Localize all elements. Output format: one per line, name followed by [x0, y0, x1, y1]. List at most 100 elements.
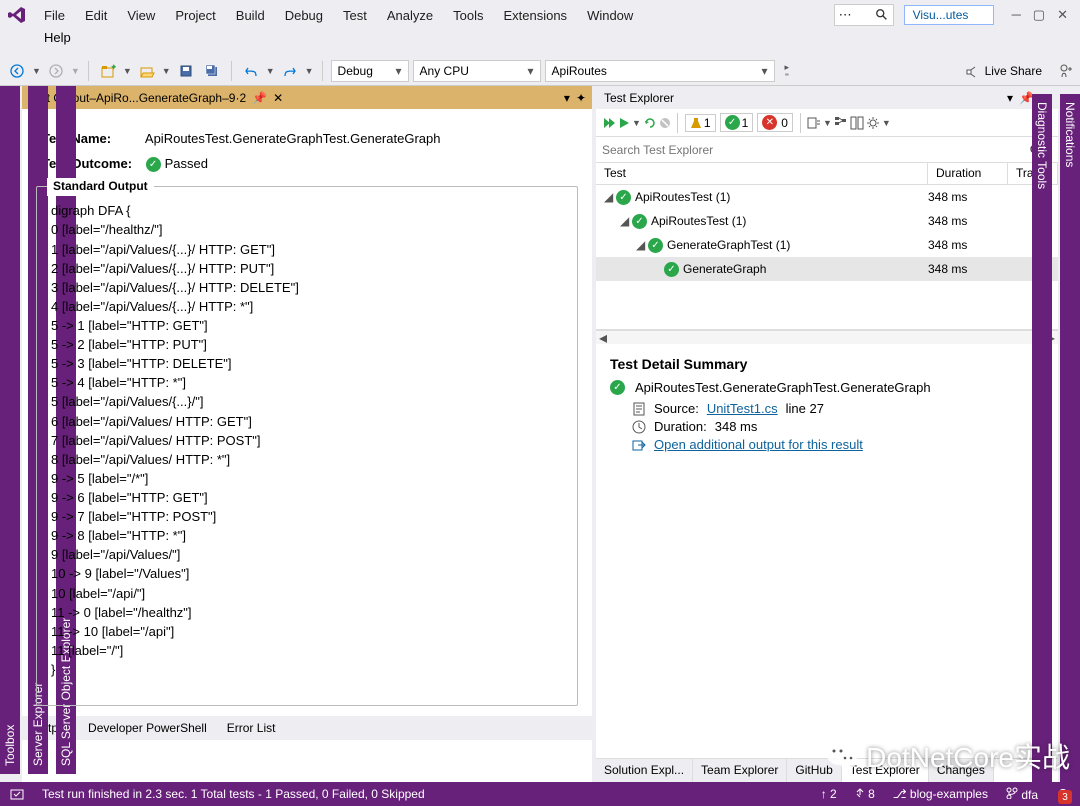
push-icon[interactable]: ↑ 2 [821, 787, 837, 801]
undo-dd[interactable]: ▼ [266, 66, 275, 76]
minimize-icon[interactable]: ─ [1012, 7, 1021, 23]
menu-build[interactable]: Build [226, 2, 275, 29]
fwd-dd[interactable]: ▼ [71, 66, 80, 76]
open-icon [632, 438, 646, 452]
side-tab-toolbox[interactable]: Toolbox [0, 86, 20, 774]
overflow-icon[interactable]: ▸₌ [785, 65, 790, 76]
feedback-icon[interactable] [1058, 63, 1074, 79]
repeat-icon[interactable] [643, 116, 657, 130]
repo-name[interactable]: ⎇ blog-examples [893, 787, 988, 801]
tab-team-explorer[interactable]: Team Explorer [693, 759, 787, 782]
stdout-line: 8 [label="/api/Values/ HTTP: *"] [51, 450, 563, 469]
open-file-icon[interactable] [136, 60, 158, 82]
open-output-link[interactable]: Open additional output for this result [654, 437, 863, 452]
tab-dd-icon[interactable]: ▾ [564, 91, 570, 105]
run-dd[interactable]: ▼ [632, 118, 641, 128]
menu-project[interactable]: Project [165, 2, 225, 29]
settings-icon[interactable] [866, 116, 880, 130]
test-output-pane: Test Output–ApiRo...GenerateGraph–9·2 📌 … [22, 86, 592, 782]
open-dd[interactable]: ▼ [162, 66, 171, 76]
tab-solution-explorer[interactable]: Solution Expl... [596, 759, 693, 782]
side-tab-notifications[interactable]: Notifications [1060, 94, 1080, 782]
right-bottom-tabs: Solution Expl... Team Explorer GitHub Te… [596, 758, 1058, 782]
tab-error-list[interactable]: Error List [217, 717, 286, 739]
pin-icon[interactable]: 📌 [252, 91, 267, 105]
playlist-dd[interactable]: ▼ [823, 118, 832, 128]
menu-tools[interactable]: Tools [443, 2, 493, 29]
menu-file[interactable]: File [34, 2, 75, 29]
stdout-line: 9 -> 8 [label="HTTP: *"] [51, 526, 563, 545]
run-all-icon[interactable] [602, 116, 616, 130]
config-dropdown[interactable]: Debug▾ [331, 60, 409, 82]
test-row-name: GenerateGraphTest (1) [667, 238, 928, 252]
tree-row[interactable]: ✓GenerateGraph348 ms [596, 257, 1058, 281]
source-file-link[interactable]: UnitTest1.cs [707, 401, 778, 416]
tab-dev-ps[interactable]: Developer PowerShell [78, 717, 217, 739]
tree-row[interactable]: ◢✓GenerateGraphTest (1)348 ms [596, 233, 1058, 257]
tab-github[interactable]: GitHub [787, 759, 841, 782]
tree-row[interactable]: ◢✓ApiRoutesTest (1)348 ms [596, 209, 1058, 233]
settings-dd[interactable]: ▼ [882, 118, 891, 128]
pull-icon[interactable]: 8 [855, 787, 875, 801]
save-icon[interactable] [175, 60, 197, 82]
tree-row[interactable]: ◢✓ApiRoutesTest (1)348 ms [596, 185, 1058, 209]
stdout-line: } [51, 660, 563, 679]
summary-full-name: ApiRoutesTest.GenerateGraphTest.Generate… [635, 380, 931, 395]
h-scrollbar[interactable]: ◂▸ [596, 330, 1058, 344]
tool-sep2 [231, 61, 232, 81]
menu-edit[interactable]: Edit [75, 2, 117, 29]
tab-changes[interactable]: Changes [929, 759, 994, 782]
menu-analyze[interactable]: Analyze [377, 2, 443, 29]
expander-icon[interactable]: ◢ [604, 190, 616, 204]
test-explorer-pane: Test Explorer ▾ 📌 ✕ ▼ 1 ✓1 ✕0 ▼ [592, 86, 1058, 782]
te-dd-icon[interactable]: ▾ [1007, 91, 1013, 105]
new-project-icon[interactable]: ✦ [97, 60, 119, 82]
test-explorer-search[interactable]: ▾ [596, 137, 1058, 163]
maximize-icon[interactable]: ▢ [1033, 7, 1045, 23]
stdout-line: digraph DFA { [51, 201, 563, 220]
menu-test[interactable]: Test [333, 2, 377, 29]
menu-view[interactable]: View [117, 2, 165, 29]
side-tab-diagnostic[interactable]: Diagnostic Tools [1032, 94, 1052, 782]
passed-count-badge[interactable]: ✓1 [720, 113, 754, 132]
newp-dd[interactable]: ▼ [123, 66, 132, 76]
stdout-line: 10 [label="/api/"] [51, 584, 563, 603]
redo-dd[interactable]: ▼ [305, 66, 314, 76]
startup-dropdown[interactable]: ApiRoutes▾ [545, 60, 775, 82]
stop-icon[interactable] [659, 117, 671, 129]
undo-icon[interactable] [240, 60, 262, 82]
total-count-badge[interactable]: 1 [685, 114, 716, 132]
redo-icon[interactable] [279, 60, 301, 82]
flask-icon [690, 117, 702, 129]
close-tab-icon[interactable]: ✕ [273, 91, 283, 105]
columns-icon[interactable] [850, 116, 864, 130]
menu-extensions[interactable]: Extensions [493, 2, 577, 29]
save-all-icon[interactable] [201, 60, 223, 82]
back-button[interactable] [6, 60, 28, 82]
expander-icon[interactable]: ◢ [636, 238, 648, 252]
expander-icon[interactable]: ◢ [620, 214, 632, 228]
search-box[interactable]: ⋯ [834, 4, 894, 26]
col-test[interactable]: Test [596, 163, 928, 184]
te-search-input[interactable] [602, 140, 1029, 160]
platform-dropdown[interactable]: Any CPU▾ [413, 60, 541, 82]
menu-window[interactable]: Window [577, 2, 643, 29]
tab-plus-icon[interactable]: ✦ [576, 91, 586, 105]
stdout-line: 11 -> 10 [label="/api"] [51, 622, 563, 641]
playlist-icon[interactable] [807, 116, 821, 130]
menu-help[interactable]: Help [44, 30, 71, 45]
forward-button[interactable] [45, 60, 67, 82]
menu-debug[interactable]: Debug [275, 2, 333, 29]
col-duration[interactable]: Duration [928, 163, 1008, 184]
back-dd[interactable]: ▼ [32, 66, 41, 76]
hierarchy-icon[interactable] [834, 116, 848, 130]
stdout-line: 0 [label="/healthz/"] [51, 220, 563, 239]
close-icon[interactable]: ✕ [1057, 7, 1068, 23]
quick-launch[interactable]: Visu...utes [904, 5, 994, 25]
te-sep2 [800, 113, 801, 133]
run-icon[interactable] [618, 117, 630, 129]
tab-test-explorer[interactable]: Test Explorer [842, 759, 929, 782]
live-share-button[interactable]: Live Share [965, 64, 1042, 78]
branch-name[interactable]: dfa [1006, 787, 1038, 802]
failed-count-badge[interactable]: ✕0 [757, 113, 793, 132]
